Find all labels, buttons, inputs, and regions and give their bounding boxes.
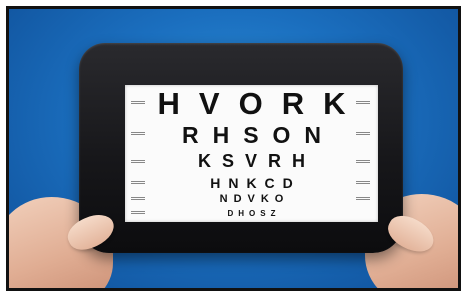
chart-row-4: HNKCD <box>125 174 378 191</box>
chart-row-4-letters: HNKCD <box>210 174 301 191</box>
chart-row-3: KSVRH <box>125 151 378 171</box>
acuity-marker <box>356 132 370 135</box>
acuity-marker <box>131 181 145 184</box>
acuity-marker <box>131 160 145 163</box>
chart-row-5: NDVKO <box>125 193 378 205</box>
chart-row-6-letters: DHOSZ <box>227 208 281 218</box>
chart-row-3-letters: KSVRH <box>197 151 316 171</box>
eye-chart-card: HVORK RHSON KSVRH HNKCD NDVKO DHOSZ <box>125 85 378 222</box>
chart-row-5-letters: NDVKO <box>219 193 290 205</box>
chart-row-1-letters: HVORK <box>157 86 365 121</box>
chart-row-1: HVORK <box>125 86 378 121</box>
acuity-marker <box>131 132 145 135</box>
acuity-marker <box>356 101 370 104</box>
chart-row-2: RHSON <box>125 121 378 148</box>
chart-row-2-letters: RHSON <box>181 121 336 148</box>
acuity-marker <box>131 197 145 200</box>
acuity-marker <box>131 211 145 214</box>
acuity-marker <box>131 101 145 104</box>
acuity-marker <box>356 197 370 200</box>
acuity-marker <box>356 181 370 184</box>
eye-chart-photo: HVORK RHSON KSVRH HNKCD NDVKO DHOSZ <box>6 6 461 291</box>
acuity-marker <box>356 160 370 163</box>
chart-row-6: DHOSZ <box>125 208 378 218</box>
